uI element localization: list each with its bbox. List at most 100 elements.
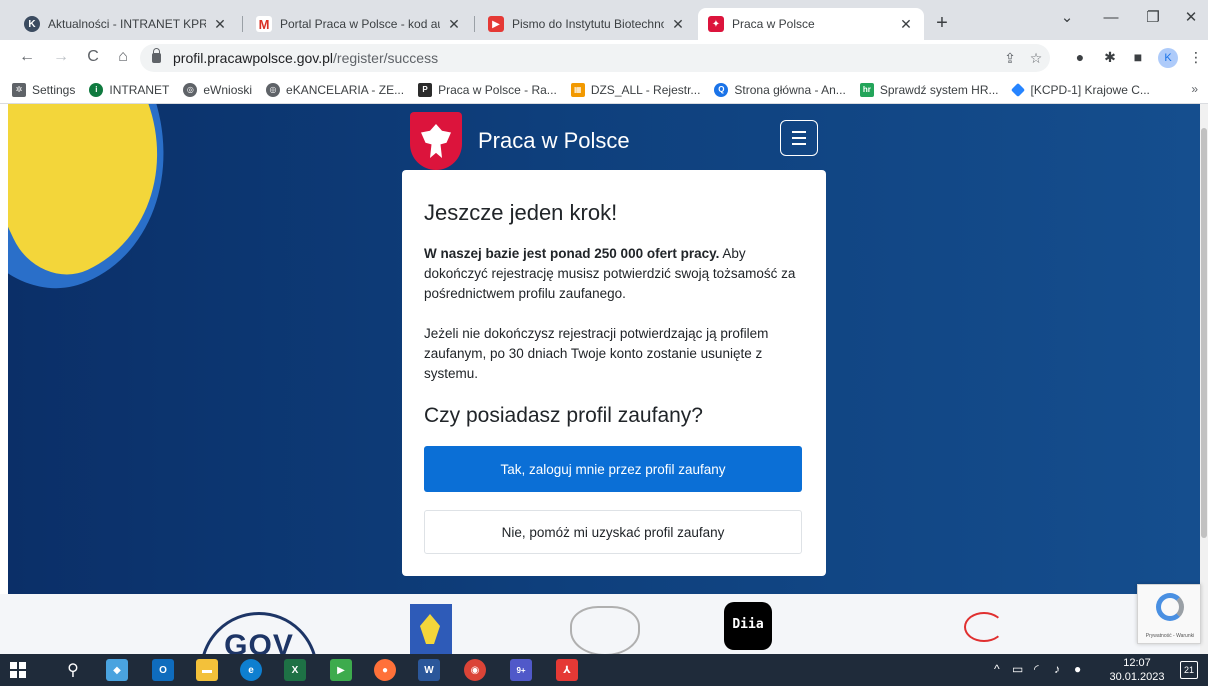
close-icon[interactable]: ✕	[446, 16, 462, 33]
excel-icon[interactable]: X	[284, 659, 306, 681]
close-icon[interactable]: ✕	[670, 16, 686, 33]
browser-toolbar: ← → C ⌂ profil.pracawpolsce.gov.pl /regi…	[0, 40, 1208, 76]
word-icon[interactable]: W	[418, 659, 440, 681]
diia-logo[interactable]: Diia	[724, 602, 772, 650]
eagle-favicon-icon: ✦	[708, 16, 724, 32]
tab-title: Pismo do Instytutu Biotechnologi	[512, 17, 664, 31]
bookmark-label: Praca w Polsce - Ra...	[438, 82, 557, 97]
windows-start-icon[interactable]	[10, 662, 26, 678]
bookmark-settings[interactable]: ✲ Settings	[12, 82, 75, 97]
scrollbar-thumb[interactable]	[1201, 128, 1207, 538]
forward-button[interactable]: →	[50, 46, 72, 68]
menu-hamburger-button[interactable]	[780, 120, 818, 156]
tab-pdf[interactable]: ▶ Pismo do Instytutu Biotechnologi ✕	[478, 8, 696, 40]
outlook-icon[interactable]: O	[152, 659, 174, 681]
file-explorer-icon[interactable]: ▬	[196, 659, 218, 681]
wifi-icon[interactable]: ◜	[1034, 662, 1039, 676]
bookmark-dzs[interactable]: ▦ DZS_ALL - Rejestr...	[570, 82, 700, 97]
lock-icon[interactable]	[152, 48, 161, 63]
hero-section: Praca w Polsce Jeszcze jeden krok! W nas…	[8, 104, 1200, 594]
site-brand[interactable]: Praca w Polsce	[410, 112, 630, 170]
close-icon[interactable]: ✕	[898, 16, 914, 33]
tab-gmail[interactable]: M Portal Praca w Polsce - kod autor ✕	[246, 8, 472, 40]
recaptcha-badge[interactable]: Prywatność - Warunki	[1137, 584, 1201, 644]
tray-app-icon[interactable]: ●	[1074, 662, 1081, 676]
globe-icon: ◎	[183, 82, 198, 97]
bookmark-strona-glowna[interactable]: Q Strona główna - An...	[714, 82, 846, 97]
back-button[interactable]: ←	[16, 46, 38, 68]
tab-search-icon[interactable]: ⌄	[1052, 6, 1082, 30]
volume-icon[interactable]: ♪	[1054, 662, 1060, 676]
bookmarks-overflow-button[interactable]: »	[1191, 82, 1198, 96]
tab-strip: K Aktualności - INTRANET KPRM ✕ M Portal…	[0, 0, 1208, 40]
app-green-icon[interactable]: ▶	[330, 659, 352, 681]
minimize-button[interactable]: —	[1096, 6, 1126, 30]
polish-eagle-logo	[410, 112, 462, 170]
gmail-favicon-icon: M	[256, 16, 272, 32]
taskbar-clock[interactable]: 12:07 30.01.2023	[1104, 656, 1170, 684]
reload-button[interactable]: C	[82, 46, 104, 68]
search-icon[interactable]: ⚲	[62, 659, 84, 681]
tab-intranet[interactable]: K Aktualności - INTRANET KPRM ✕	[14, 8, 238, 40]
tab-separator	[242, 16, 243, 32]
intranet-icon: i	[89, 82, 104, 97]
tab-title: Praca w Polsce	[732, 17, 815, 31]
kprm-favicon-icon: K	[24, 16, 40, 32]
bookmark-hr[interactable]: hr Sprawdź system HR...	[859, 82, 999, 97]
site-title: Praca w Polsce	[478, 128, 630, 153]
bookmark-label: eWnioski	[203, 82, 253, 97]
star-icon[interactable]: ☆	[1026, 48, 1046, 68]
partner-logos-strip: GOV Diia	[0, 594, 1200, 654]
polish-emblem-logo[interactable]	[570, 606, 640, 654]
globe-icon: ◎	[266, 82, 281, 97]
partner-red-logo[interactable]	[964, 612, 1004, 642]
tab-title: Portal Praca w Polsce - kod autor	[280, 17, 440, 31]
bookmark-label: [KCPD-1] Krajowe C...	[1030, 82, 1150, 97]
chrome-icon[interactable]: ◉	[464, 659, 486, 681]
bookmark-label: Strona główna - An...	[734, 82, 846, 97]
extension-icon[interactable]: ●	[1070, 47, 1090, 67]
firefox-icon[interactable]: ●	[374, 659, 396, 681]
teams-icon[interactable]: 9+	[510, 659, 532, 681]
clock-date: 30.01.2023	[1109, 671, 1165, 683]
bookmark-praca[interactable]: P Praca w Polsce - Ra...	[418, 82, 557, 97]
trusted-profile-question: Czy posiadasz profil zaufany?	[424, 404, 703, 427]
bookmark-intranet[interactable]: i INTRANET	[89, 82, 169, 97]
restore-button[interactable]: ❐	[1138, 6, 1168, 30]
tab-praca-w-polsce[interactable]: ✦ Praca w Polsce ✕	[698, 8, 924, 40]
share-icon[interactable]: ⇪	[1000, 48, 1020, 68]
ukraine-emblem-logo[interactable]	[410, 604, 452, 654]
new-tab-button[interactable]: +	[930, 12, 954, 34]
bookmarks-bar: ✲ Settings i INTRANET ◎ eWnioski ◎ eKANCELAR…	[0, 76, 1208, 104]
teams-badge: 9+	[516, 665, 526, 675]
search-icon: Q	[714, 82, 729, 97]
acrobat-icon[interactable]: ⅄	[556, 659, 578, 681]
profile-avatar[interactable]: K	[1158, 48, 1178, 68]
tray-chevron-icon[interactable]: ^	[994, 662, 1000, 676]
home-button[interactable]: ⌂	[112, 46, 134, 68]
close-window-button[interactable]: ✕	[1176, 6, 1206, 30]
gov-pl-logo[interactable]: GOV	[200, 612, 318, 654]
tab-title: Aktualności - INTRANET KPRM	[48, 17, 206, 31]
menu-kebab-icon[interactable]: ⋮	[1186, 47, 1206, 67]
bookmark-ekancelaria[interactable]: ◎ eKANCELARIA - ZE...	[266, 82, 405, 97]
bookmark-label: eKANCELARIA - ZE...	[286, 82, 405, 97]
address-bar[interactable]: profil.pracawpolsce.gov.pl /register/suc…	[140, 44, 1050, 72]
get-trusted-profile-button[interactable]: Nie, pomóż mi uzyskać profil zaufany	[424, 510, 802, 554]
edge-icon[interactable]: e	[240, 659, 262, 681]
bookmark-ewnioski[interactable]: ◎ eWnioski	[183, 82, 253, 97]
notification-center-icon[interactable]: 21	[1180, 661, 1198, 679]
battery-icon[interactable]: ▭	[1012, 662, 1023, 676]
windows-taskbar: ⚲ ◆ O ▬ e X ▶ ● W ◉ 9+ ⅄ ^ ▭ ◜ ♪ ● 12:07…	[0, 654, 1208, 686]
registration-card: Jeszcze jeden krok! W naszej bazie jest …	[402, 170, 826, 576]
bookmark-kcpd[interactable]: [KCPD-1] Krajowe C...	[1010, 82, 1150, 97]
card-heading: Jeszcze jeden krok!	[424, 200, 618, 225]
login-trusted-profile-button[interactable]: Tak, zaloguj mnie przez profil zaufany	[424, 446, 802, 492]
app-icon[interactable]: ◆	[106, 659, 128, 681]
close-icon[interactable]: ✕	[212, 16, 228, 33]
puzzle-icon[interactable]: ✱	[1100, 47, 1120, 67]
page-scrollbar[interactable]	[1200, 104, 1208, 654]
recaptcha-privacy-terms[interactable]: Prywatność - Warunki	[1140, 633, 1200, 639]
praca-icon: P	[418, 82, 433, 97]
sidepanel-icon[interactable]: ■	[1128, 47, 1148, 67]
